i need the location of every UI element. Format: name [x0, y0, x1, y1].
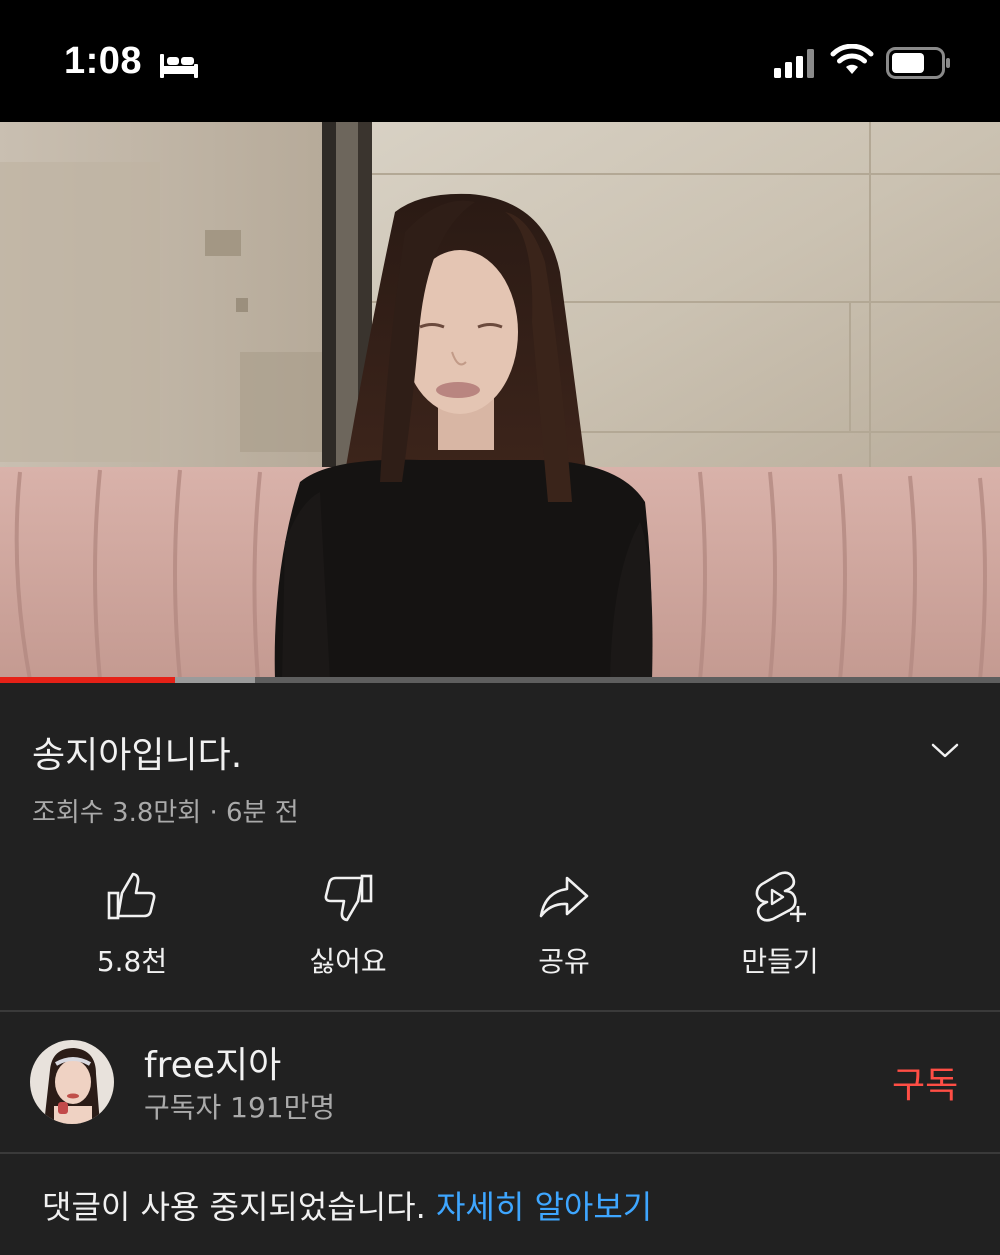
comments-disabled-notice: 댓글이 사용 중지되었습니다. 자세히 알아보기 — [42, 1182, 652, 1228]
subscriber-count: 구독자 191만명 — [144, 1091, 336, 1124]
channel-avatar[interactable] — [30, 1040, 114, 1124]
video-title[interactable]: 송지아입니다. — [32, 726, 242, 778]
divider — [0, 1010, 1000, 1012]
video-meta: 조회수 3.8만회 · 6분 전 — [32, 798, 299, 828]
expand-description-button[interactable] — [922, 728, 968, 774]
share-icon — [539, 876, 589, 918]
create-button[interactable]: 만들기 — [690, 868, 870, 988]
create-label: 만들기 — [741, 945, 819, 978]
dislike-button[interactable]: 싫어요 — [258, 868, 438, 988]
like-count: 5.8천 — [96, 945, 168, 978]
avatar-image — [30, 1040, 114, 1124]
learn-more-link[interactable]: 자세히 알아보기 — [436, 1188, 652, 1226]
cellular-signal-icon — [774, 49, 814, 78]
dislike-label: 싫어요 — [309, 945, 387, 978]
subscribe-button[interactable]: 구독 — [892, 1056, 958, 1108]
shorts-create-icon — [755, 871, 806, 922]
like-button[interactable]: 5.8천 — [42, 868, 222, 988]
thumbs-down-icon — [324, 874, 373, 922]
video-player[interactable] — [0, 122, 1000, 680]
channel-name[interactable]: free지아 — [144, 1036, 281, 1088]
wifi-icon — [830, 44, 874, 74]
bed-sleep-icon — [160, 54, 198, 78]
chevron-down-icon — [931, 743, 959, 758]
status-bar: 1:08 — [0, 0, 1000, 122]
video-progress-bar[interactable] — [0, 677, 1000, 683]
divider — [0, 1152, 1000, 1154]
status-time: 1:08 — [64, 40, 143, 82]
share-label: 공유 — [538, 945, 590, 978]
progress-played — [0, 677, 175, 683]
video-frame — [0, 122, 1000, 680]
comments-disabled-text: 댓글이 사용 중지되었습니다. — [42, 1188, 426, 1226]
thumbs-up-icon — [107, 872, 156, 920]
share-button[interactable]: 공유 — [474, 868, 654, 988]
battery-icon — [886, 47, 950, 79]
